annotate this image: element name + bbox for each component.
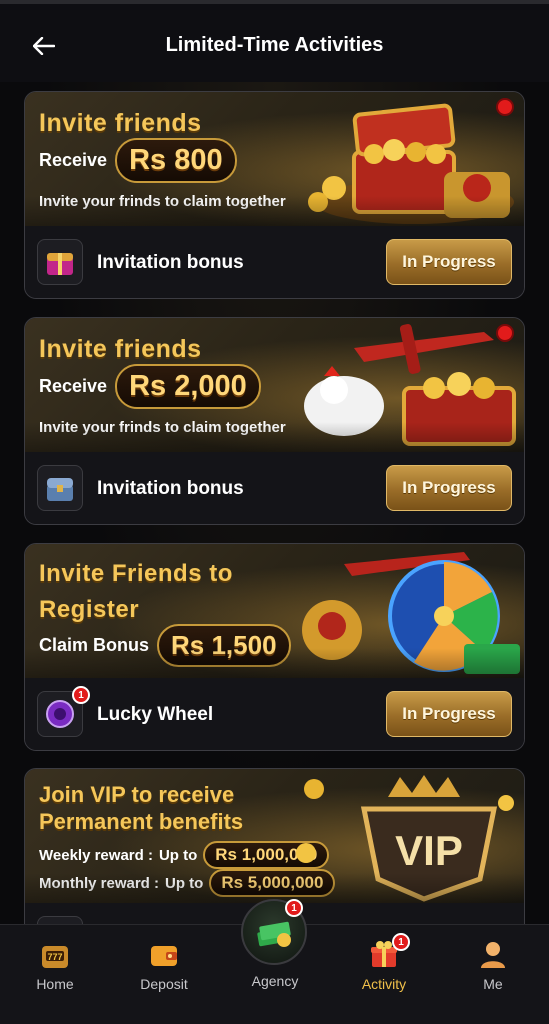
activities-list[interactable]: Invite friends Receive Rs 800 Invite you… (0, 82, 549, 924)
footer-label: Lucky Wheel (97, 704, 214, 725)
footer-label: Invitation bonus (97, 478, 244, 499)
in-progress-button[interactable]: In Progress (386, 691, 512, 737)
activity-card-register-bonus[interactable]: Invite Friends to Register Claim Bonus R… (24, 543, 525, 751)
banner-title-line1: Join VIP to receive (39, 782, 235, 807)
monthly-label: Monthly reward : (39, 874, 160, 892)
treasure-chest-icon (308, 103, 514, 224)
nav-agency-label: Agency (251, 973, 299, 989)
nav-deposit[interactable]: Deposit (119, 937, 209, 1007)
vip-crown-icon: VIP (296, 775, 514, 902)
bottom-nav: 777 Home Deposit 1 Agency 1 Activity Me (0, 899, 549, 1024)
top-bar: Limited-Time Activities (0, 0, 549, 82)
activity-footer: Invitation bonus In Progress (25, 452, 524, 524)
lucky-wheel-small-icon: 1 (37, 686, 90, 737)
vip-footer-icon (37, 916, 83, 924)
notification-badge: 1 (285, 899, 303, 917)
claim-label: Claim Bonus (39, 635, 150, 655)
in-progress-button[interactable]: In Progress (386, 465, 512, 511)
in-progress-button[interactable]: In Progress (386, 239, 512, 285)
monthly-amount: Rs 5,000,000 (209, 869, 336, 897)
nav-activity-label: Activity (361, 976, 407, 992)
banner-subtitle: Invite your frinds to claim together (39, 193, 286, 210)
activity-footer: Invitation bonus In Progress (25, 226, 524, 298)
activity-card-invite-2000[interactable]: Invite friends Receive Rs 2,000 Invite y… (24, 317, 525, 525)
reward-amount: Rs 2,000 (115, 364, 261, 409)
banner-subtitle: Invite your frinds to claim together (39, 419, 286, 436)
page-title: Limited-Time Activities (165, 34, 384, 56)
activity-card-invite-800[interactable]: Invite friends Receive Rs 800 Invite you… (24, 91, 525, 299)
notification-badge: 1 (392, 933, 410, 951)
activity-banner[interactable]: Invite friends Receive Rs 800 Invite you… (25, 92, 524, 226)
user-avatar-icon (475, 937, 511, 971)
banner-title-line2: Permanent benefits (39, 809, 244, 834)
nav-deposit-label: Deposit (140, 976, 188, 992)
lucky-wheel-icon (302, 552, 520, 674)
activity-banner[interactable]: Join VIP to receive Permanent benefits W… (25, 769, 524, 903)
nav-home[interactable]: 777 Home (10, 937, 100, 1007)
monthly-upto: Up to (165, 874, 204, 892)
nav-me[interactable]: Me (448, 937, 538, 1007)
weekly-upto: Up to (158, 846, 198, 864)
activity-banner[interactable]: Invite friends Receive Rs 2,000 Invite y… (25, 318, 524, 452)
slot-machine-icon: 777 (37, 937, 73, 971)
activity-banner[interactable]: Invite Friends to Register Claim Bonus R… (25, 544, 524, 678)
weekly-label: Weekly reward : (39, 846, 153, 864)
wallet-icon (146, 937, 182, 971)
banner-title: Invite friends (39, 109, 202, 137)
nav-agency[interactable]: 1 (241, 899, 307, 965)
money-stack-icon (257, 921, 291, 947)
activity-footer: 1 Lucky Wheel In Progress (25, 678, 524, 750)
svg-text:777: 777 (47, 952, 62, 962)
gift-chest-icon (37, 239, 83, 285)
receive-label: Receive (39, 376, 108, 396)
notification-dot (498, 100, 512, 114)
gift-box-icon: 1 (366, 933, 410, 971)
footer-label: Invitation bonus (97, 252, 244, 273)
airplane-chicken-chest-icon (304, 324, 516, 446)
notification-dot (498, 326, 512, 340)
reward-amount: Rs 800 (115, 138, 237, 183)
notification-badge: 1 (72, 686, 90, 704)
receive-label: Receive (39, 150, 108, 170)
vip-emblem-text: VIP (395, 827, 463, 874)
reward-amount: Rs 1,500 (157, 624, 291, 667)
banner-title: Invite friends (39, 335, 202, 363)
nav-activity[interactable]: 1 Activity (339, 933, 429, 1007)
chest-icon (37, 465, 83, 511)
banner-title-line1: Invite Friends to (39, 560, 233, 587)
nav-me-label: Me (483, 976, 503, 992)
nav-home-label: Home (36, 976, 74, 992)
banner-title-line2: Register (39, 596, 140, 623)
